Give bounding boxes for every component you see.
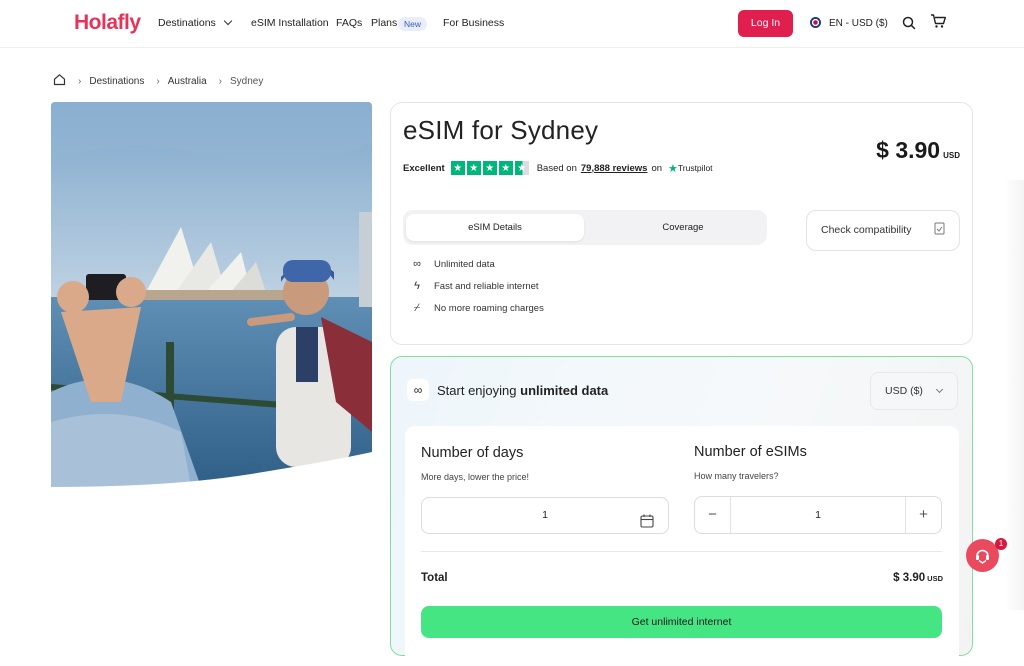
nav-destinations-label: Destinations <box>158 17 216 29</box>
details-tabs: eSIM Details Coverage <box>403 210 767 245</box>
nav-faqs[interactable]: FAQs <box>336 17 362 29</box>
purchase-panel: ∞ Start enjoying unlimited data USD ($) … <box>390 356 973 666</box>
trustpilot-star-icon: ★ <box>668 162 678 175</box>
nav-plans[interactable]: Plans <box>371 17 397 29</box>
currency-select[interactable]: USD ($) <box>870 372 958 410</box>
purchase-heading: Start enjoying unlimited data <box>437 383 608 398</box>
chevron-right-icon: › <box>78 75 82 87</box>
days-value: 1 <box>542 509 548 521</box>
increment-button[interactable]: + <box>905 497 941 533</box>
star-icon: ★ <box>466 161 481 175</box>
chevron-down-icon <box>223 16 233 26</box>
login-button[interactable]: Log In <box>738 10 793 37</box>
price-value: $ 3.90 <box>876 137 941 163</box>
esims-value[interactable]: 1 <box>731 497 905 533</box>
chevron-right-icon: › <box>218 75 222 87</box>
reviews-suffix: on <box>651 162 663 174</box>
crumb-sydney: Sydney <box>229 75 264 87</box>
feature-no-roaming: ⌿ No more roaming charges <box>410 302 544 315</box>
tab-coverage[interactable]: Coverage <box>598 214 768 241</box>
divider <box>421 551 942 552</box>
feature-label: Fast and reliable internet <box>434 280 539 292</box>
home-icon[interactable] <box>53 73 66 89</box>
new-badge: New <box>398 17 428 31</box>
feature-fast-internet: ϟ Fast and reliable internet <box>410 280 539 292</box>
infinity-icon: ∞ <box>413 258 421 270</box>
rating-label: Excellent <box>403 162 445 174</box>
chat-notification-badge: 1 <box>995 538 1007 550</box>
lightning-icon: ϟ <box>414 280 420 292</box>
product-card: eSIM for Sydney $ 3.90 USD Excellent ★ ★ … <box>390 102 973 345</box>
get-unlimited-internet-button[interactable]: Get unlimited internet <box>421 606 942 638</box>
breadcrumb: › Destinations › Australia › Sydney <box>53 73 263 89</box>
total-currency: USD <box>927 574 943 583</box>
crumb-destinations[interactable]: Destinations <box>89 76 144 87</box>
total-amount: $ 3.90 <box>893 572 926 584</box>
chevron-down-icon <box>935 385 943 394</box>
page-edge-shadow <box>1004 180 1024 610</box>
trustpilot-logo: Trustpilot <box>677 163 713 173</box>
heading-bold: unlimited data <box>520 383 609 398</box>
total-value: $ 3.90 USD <box>893 572 943 584</box>
star-icon: ★ <box>482 161 497 175</box>
check-compatibility-button[interactable]: Check compatibility <box>806 210 960 251</box>
reviews-prefix: Based on <box>536 162 577 174</box>
nav-esim-installation[interactable]: eSIM Installation <box>251 17 329 29</box>
days-subtitle: More days, lower the price! <box>421 472 530 482</box>
uk-flag-icon <box>810 17 821 28</box>
currency-label: USD ($) <box>885 385 923 397</box>
crumb-australia[interactable]: Australia <box>168 76 207 87</box>
cart-icon[interactable] <box>929 12 947 30</box>
esims-subtitle: How many travelers? <box>694 471 779 481</box>
site-header: Holafly Destinations eSIM Installation F… <box>0 0 1024 48</box>
tab-esim-details[interactable]: eSIM Details <box>406 214 584 241</box>
calendar-icon[interactable] <box>640 508 654 543</box>
days-title: Number of days <box>421 445 524 461</box>
product-price: $ 3.90 USD <box>876 137 960 164</box>
total-label: Total <box>421 572 448 584</box>
check-compatibility-label: Check compatibility <box>821 224 912 236</box>
nav-for-business[interactable]: For Business <box>443 17 504 29</box>
nav-destinations[interactable]: Destinations <box>158 16 233 29</box>
feature-label: No more roaming charges <box>434 303 544 314</box>
language-label: EN - USD ($) <box>829 18 888 29</box>
days-input[interactable]: 1 <box>421 497 669 534</box>
no-roaming-icon: ⌿ <box>413 302 421 314</box>
price-currency: USD <box>943 151 960 160</box>
holafly-logo[interactable]: Holafly <box>74 11 141 35</box>
checklist-icon <box>934 211 945 250</box>
plan-config: Number of days More days, lower the pric… <box>405 426 959 666</box>
search-icon[interactable] <box>900 14 918 32</box>
product-title: eSIM for Sydney <box>403 115 599 145</box>
star-icon: ★ <box>450 161 465 175</box>
feature-label: Unlimited data <box>434 258 495 270</box>
half-star-icon: ★ <box>514 161 529 175</box>
esims-stepper: − 1 + <box>694 496 942 534</box>
esims-title: Number of eSIMs <box>694 444 807 460</box>
star-icon: ★ <box>498 161 513 175</box>
language-selector[interactable]: EN - USD ($) <box>810 17 888 29</box>
decrement-button[interactable]: − <box>695 497 731 533</box>
chevron-right-icon: › <box>156 75 160 87</box>
heading-prefix: Start enjoying <box>437 383 517 398</box>
reviews-link[interactable]: 79,888 reviews <box>581 163 648 174</box>
trustpilot-rating: Excellent ★ ★ ★ ★ ★ Based on 79,888 revi… <box>403 161 713 175</box>
feature-unlimited-data: ∞ Unlimited data <box>410 258 495 270</box>
infinity-icon: ∞ <box>407 379 429 401</box>
sydney-hero-image <box>51 102 372 487</box>
